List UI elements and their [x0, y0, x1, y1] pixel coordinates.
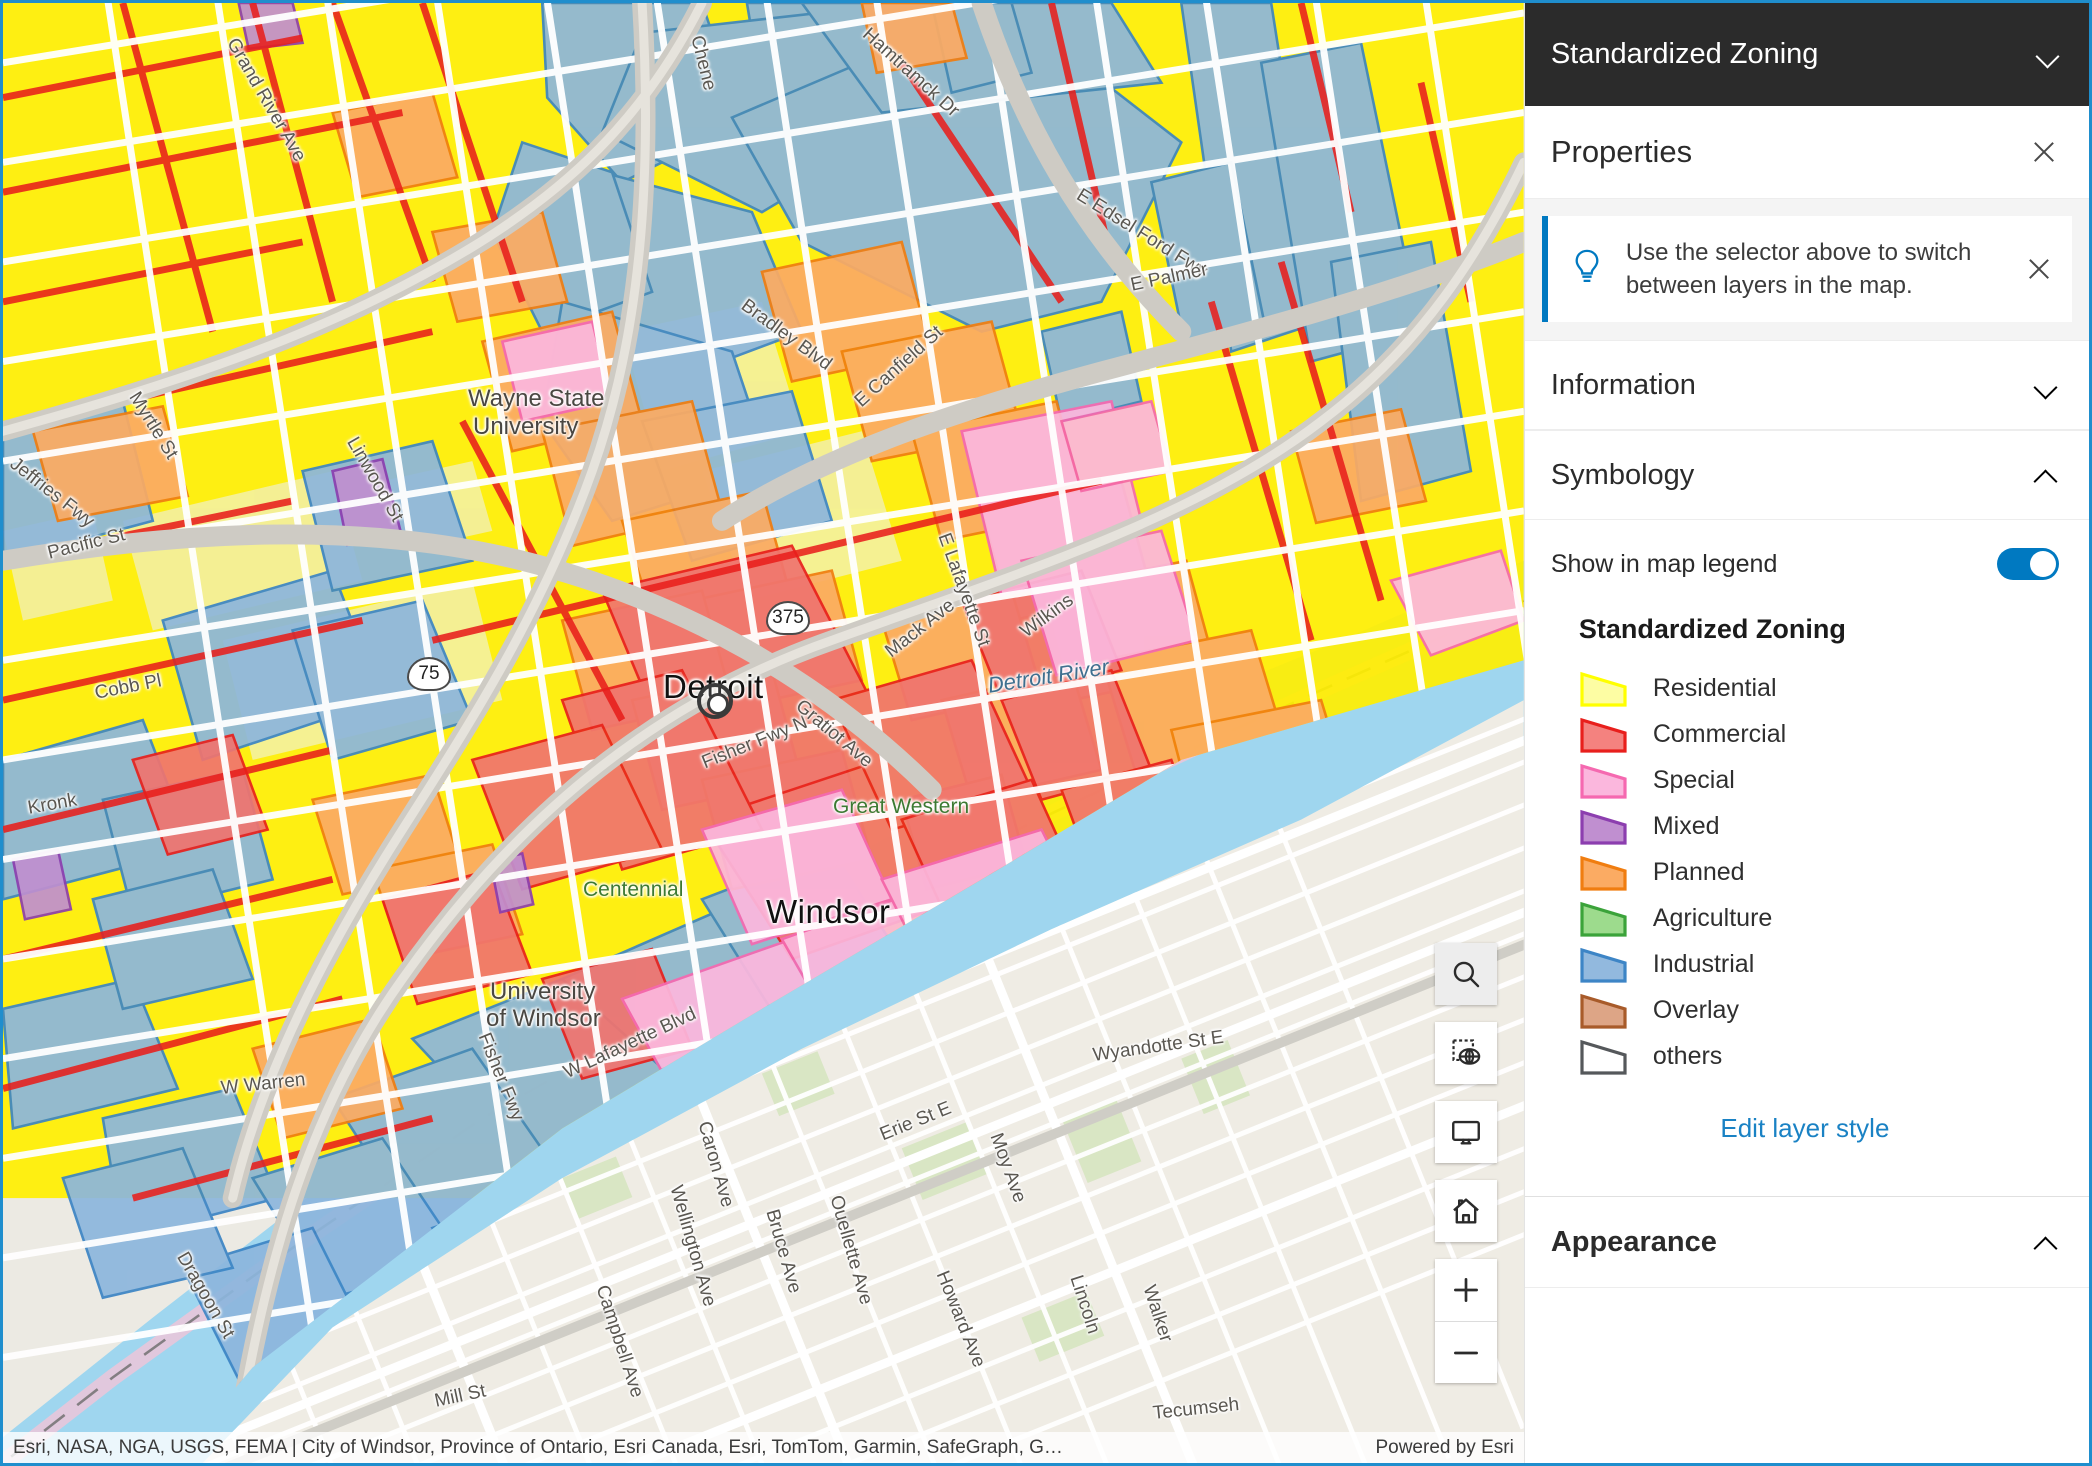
legend-swatch: [1579, 806, 1631, 846]
zoom-out-button[interactable]: [1435, 1321, 1497, 1383]
legend-item: Residential: [1579, 665, 2059, 711]
section-information[interactable]: Information: [1525, 340, 2089, 430]
search-icon: [1449, 957, 1483, 991]
highway-shield: 375: [766, 601, 810, 635]
home-button[interactable]: [1435, 1180, 1497, 1242]
legend-swatch: [1579, 714, 1631, 754]
edit-layer-style-link[interactable]: Edit layer style: [1551, 1113, 2059, 1144]
legend-item: Planned: [1579, 849, 2059, 895]
legend-label: Planned: [1653, 858, 1745, 887]
legend-item: Industrial: [1579, 941, 2059, 987]
zoom-controls: [1435, 1259, 1497, 1383]
legend-label: Mixed: [1653, 812, 1720, 841]
legend-swatch: [1579, 852, 1631, 892]
map-attribution-bar: Esri, NASA, NGA, USGS, FEMA | City of Wi…: [3, 1432, 1524, 1463]
basemap-icon: [1448, 1035, 1484, 1071]
show-in-map-legend-row: Show in map legend: [1551, 542, 2059, 580]
attribution-sources: Esri, NASA, NGA, USGS, FEMA | City of Wi…: [13, 1437, 1357, 1459]
search-button[interactable]: [1435, 943, 1497, 1005]
section-appearance[interactable]: Appearance: [1525, 1196, 2089, 1288]
close-panel-button[interactable]: [2029, 137, 2059, 167]
legend-label: Commercial: [1653, 720, 1786, 749]
legend-title: Standardized Zoning: [1579, 614, 2059, 645]
layer-selector[interactable]: Standardized Zoning: [1525, 3, 2089, 106]
map-tool-buttons: [1435, 943, 1497, 1383]
legend-swatch: [1579, 1036, 1631, 1076]
display-icon: [1449, 1115, 1483, 1149]
chevron-up-icon: [2035, 469, 2059, 482]
chevron-down-icon: [2035, 379, 2059, 392]
section-appearance-label: Appearance: [1551, 1226, 2035, 1259]
legend-swatch: [1579, 944, 1631, 984]
lightbulb-icon: [1570, 247, 1604, 292]
legend: Standardized Zoning Residential Commercia…: [1551, 580, 2059, 1079]
home-icon: [1449, 1194, 1483, 1228]
legend-label: Industrial: [1653, 950, 1754, 979]
show-in-map-legend-label: Show in map legend: [1551, 550, 1997, 579]
chevron-up-icon: [2035, 1236, 2059, 1249]
legend-item: Commercial: [1579, 711, 2059, 757]
display-settings-button[interactable]: [1435, 1101, 1497, 1163]
legend-label: Special: [1653, 766, 1735, 795]
legend-label: Overlay: [1653, 996, 1739, 1025]
legend-label: Agriculture: [1653, 904, 1773, 933]
legend-item: Mixed: [1579, 803, 2059, 849]
tip-callout: Use the selector above to switch between…: [1542, 216, 2072, 322]
map-view[interactable]: Hamtramck DrE Edsel Ford FwyE PalmerBrad…: [3, 3, 1524, 1463]
toggle-knob: [2030, 551, 2056, 577]
legend-item-list: Residential Commercial Special Mixed Planned…: [1579, 665, 2059, 1079]
basemap-gallery-button[interactable]: [1435, 1022, 1497, 1084]
legend-item: Special: [1579, 757, 2059, 803]
symbology-body: Show in map legend Standardized Zoning R…: [1525, 520, 2089, 1194]
legend-item: Overlay: [1579, 987, 2059, 1033]
properties-panel: Standardized Zoning Properties Use the s…: [1524, 3, 2089, 1463]
map-canvas[interactable]: [3, 3, 1524, 1463]
map-viewer-app: Hamtramck DrE Edsel Ford FwyE PalmerBrad…: [0, 0, 2092, 1466]
legend-item: others: [1579, 1033, 2059, 1079]
section-symbology-label: Symbology: [1551, 459, 2035, 492]
section-information-label: Information: [1551, 369, 2035, 402]
zoom-in-button[interactable]: [1435, 1259, 1497, 1321]
legend-swatch: [1579, 990, 1631, 1030]
chevron-down-icon: [2037, 48, 2061, 61]
panel-header: Properties: [1525, 106, 2089, 199]
legend-swatch: [1579, 898, 1631, 938]
legend-label: Residential: [1653, 674, 1777, 703]
legend-swatch: [1579, 668, 1631, 708]
legend-swatch: [1579, 760, 1631, 800]
city-point-marker: [697, 683, 733, 719]
section-symbology[interactable]: Symbology: [1525, 430, 2089, 520]
tip-zone: Use the selector above to switch between…: [1525, 199, 2089, 340]
legend-item: Agriculture: [1579, 895, 2059, 941]
panel-content: Use the selector above to switch between…: [1525, 199, 2089, 1463]
page-title: Properties: [1551, 134, 2029, 170]
tip-text: Use the selector above to switch between…: [1626, 236, 2024, 302]
layer-selector-title: Standardized Zoning: [1551, 38, 2037, 71]
powered-by-esri: Powered by Esri: [1375, 1437, 1513, 1459]
zoom-out-icon: [1449, 1336, 1483, 1370]
highway-shield: 75: [407, 657, 451, 691]
close-tip-button[interactable]: [2024, 254, 2054, 284]
show-in-map-legend-toggle[interactable]: [1997, 548, 2059, 580]
legend-label: others: [1653, 1042, 1722, 1071]
zoom-in-icon: [1449, 1273, 1483, 1307]
